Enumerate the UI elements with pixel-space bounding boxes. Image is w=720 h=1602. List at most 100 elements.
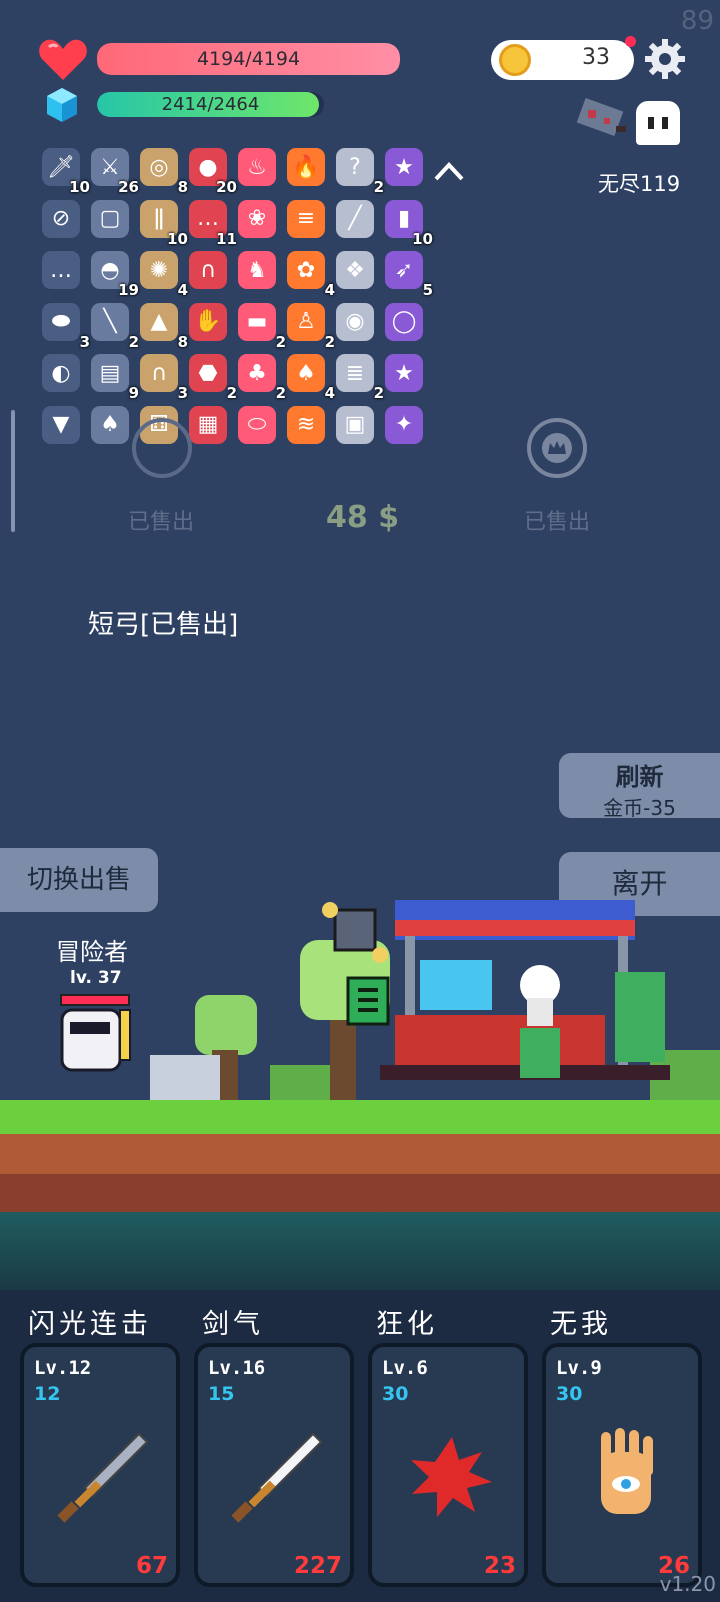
map-icon[interactable]: ▦ (189, 405, 235, 452)
item-count: 2 (373, 178, 384, 196)
skill-card[interactable]: Lv.6 30 23 (368, 1343, 528, 1587)
hero-knight (60, 1008, 131, 1072)
shop-price: 48 $ (326, 500, 400, 535)
notification-dot (625, 36, 636, 47)
syringe-icon[interactable]: ╲ 2 (91, 302, 139, 351)
shield-icon[interactable]: ◎ 8 (140, 148, 188, 196)
watermelon-icon[interactable]: ◓ 19 (91, 251, 139, 299)
sunflower-icon[interactable]: ✺ 4 (140, 251, 188, 299)
spiral-icon-glyph: ◉ (336, 302, 374, 341)
item-count: 2 (226, 384, 237, 402)
item-count: 10 (412, 229, 433, 248)
scroll-icon[interactable]: ≡ (287, 199, 333, 246)
mana-gem-icon (47, 88, 77, 122)
flower-icon[interactable]: ✿ 4 (287, 251, 335, 299)
briefcase-icon[interactable]: ▬ 2 (238, 302, 286, 351)
safety-pin-icon-glyph: ⊘ (42, 199, 80, 238)
skill-level: Lv.12 (34, 1357, 92, 1379)
dagger-icon[interactable]: 🗡 10 (42, 148, 90, 196)
flame-pink-icon[interactable]: ♨ (238, 148, 284, 194)
item-description: 短弓[已售出] (88, 610, 239, 640)
dirt-strip (0, 1134, 720, 1174)
beer-icon[interactable]: ▮ 10 (385, 199, 433, 248)
egg-icon[interactable]: ⬣ 2 (189, 354, 237, 402)
safety-pin-icon[interactable]: ⊘ (42, 199, 88, 246)
version-label: v1.20 (659, 1572, 716, 1596)
shop-left-status: 已售出 (128, 510, 195, 535)
chevron-up-icon[interactable] (432, 157, 466, 183)
sword-icon (57, 1432, 149, 1523)
jam-jar-icon-glyph: ▣ (336, 405, 374, 444)
parchment-icon[interactable]: ≣ 2 (336, 354, 384, 402)
map-icon-glyph: ▦ (189, 405, 227, 444)
skill-card[interactable]: Lv.9 30 26 (542, 1343, 702, 1587)
ghost-icon[interactable] (636, 101, 680, 145)
bloody-cleaver-icon[interactable] (576, 98, 628, 140)
cloth-icon[interactable]: ▢ (91, 199, 137, 246)
capsule-icon[interactable]: ⬭ (238, 405, 284, 452)
item-count: 5 (422, 281, 433, 299)
star-card-icon-glyph: ★ (385, 354, 423, 392)
potion-icon[interactable]: ▲ 8 (140, 302, 188, 351)
skill-name: 狂化 (376, 1309, 438, 1340)
endless-mode-label: 无尽119 (598, 172, 681, 196)
thermometer-icon[interactable]: ǁ 10 (140, 199, 188, 248)
speech-icon[interactable]: … (42, 251, 88, 297)
settings-gear-icon[interactable] (644, 38, 686, 80)
ice-cream-icon[interactable]: ❀ (238, 199, 284, 246)
item-count: 9 (128, 384, 139, 402)
shop-slot-left[interactable] (132, 418, 192, 478)
skill-card[interactable]: Lv.16 15 227 (194, 1343, 354, 1587)
fps-counter: 89 (680, 6, 714, 36)
heart-icon (39, 39, 87, 80)
hand-icon-glyph: ✋ (189, 302, 227, 341)
cake-icon[interactable]: ▼ (42, 405, 88, 452)
helmet-icon[interactable]: ♞ (238, 251, 284, 297)
pill-icon[interactable]: ⬬ 3 (42, 302, 90, 351)
item-count: 20 (216, 178, 237, 196)
magnet-icon[interactable]: ∩ (189, 251, 235, 297)
fire-icon[interactable]: 🔥 (287, 148, 333, 194)
jam-jar-icon[interactable]: ▣ (336, 405, 382, 452)
cards-icon[interactable]: ♠ (91, 405, 137, 452)
cards-icon-glyph: ♠ (91, 405, 129, 444)
sword-icon[interactable]: ⚔ 26 (91, 148, 139, 196)
tombstone-icon[interactable]: ∩ 3 (140, 354, 188, 402)
blade-icon[interactable]: ╱ (336, 199, 382, 246)
fire-icon-glyph: 🔥 (287, 148, 325, 186)
spiral-icon[interactable]: ◉ (336, 302, 382, 349)
bow-icon-glyph: ➶ (385, 251, 423, 289)
chat-bubble-icon[interactable]: … 11 (189, 199, 237, 248)
heat-icon[interactable]: ≋ (287, 405, 333, 452)
hook-icon[interactable]: ? 2 (336, 148, 384, 196)
star-card-icon[interactable]: ★ (385, 354, 431, 400)
network-icon[interactable]: ❖ (336, 251, 382, 297)
hero-name: 冒险者 (56, 938, 128, 966)
refresh-label: 刷新 (615, 763, 664, 791)
compass-icon-glyph: ◐ (42, 354, 80, 392)
refresh-button[interactable]: 刷新 金币-35 (559, 753, 720, 820)
hook-icon-glyph: ? (336, 148, 374, 186)
item-count: 11 (216, 229, 237, 248)
hand-icon[interactable]: ✋ (189, 302, 235, 349)
hero-level: lv. 37 (70, 968, 122, 988)
scroll-icon-glyph: ≡ (287, 199, 325, 238)
apple-icon[interactable]: ● 20 (189, 148, 237, 196)
coat-icon[interactable]: ♙ 2 (287, 302, 335, 351)
skill-name: 无我 (550, 1309, 612, 1340)
pineapple-icon[interactable]: ♠ 4 (287, 354, 335, 402)
speech-icon-glyph: … (42, 251, 80, 289)
capsule-icon-glyph: ⬭ (238, 405, 276, 444)
item-count: 4 (324, 281, 335, 299)
skill-card[interactable]: Lv.12 12 67 (20, 1343, 180, 1587)
potted-flower-icon[interactable]: ♣ 2 (238, 354, 286, 402)
bow-icon[interactable]: ➶ 5 (385, 251, 433, 299)
inventory-scrollbar[interactable] (11, 410, 15, 532)
compass-icon[interactable]: ◐ (42, 354, 88, 400)
book-icon[interactable]: ▤ 9 (91, 354, 139, 402)
chest-purple-icon[interactable]: ★ (385, 148, 431, 194)
shop-slot-right[interactable] (527, 418, 587, 478)
ring-icon[interactable]: ◯ (385, 302, 431, 349)
lightbulb-icon[interactable]: ✦ (385, 405, 431, 452)
tombstone-icon-glyph: ∩ (140, 354, 178, 392)
